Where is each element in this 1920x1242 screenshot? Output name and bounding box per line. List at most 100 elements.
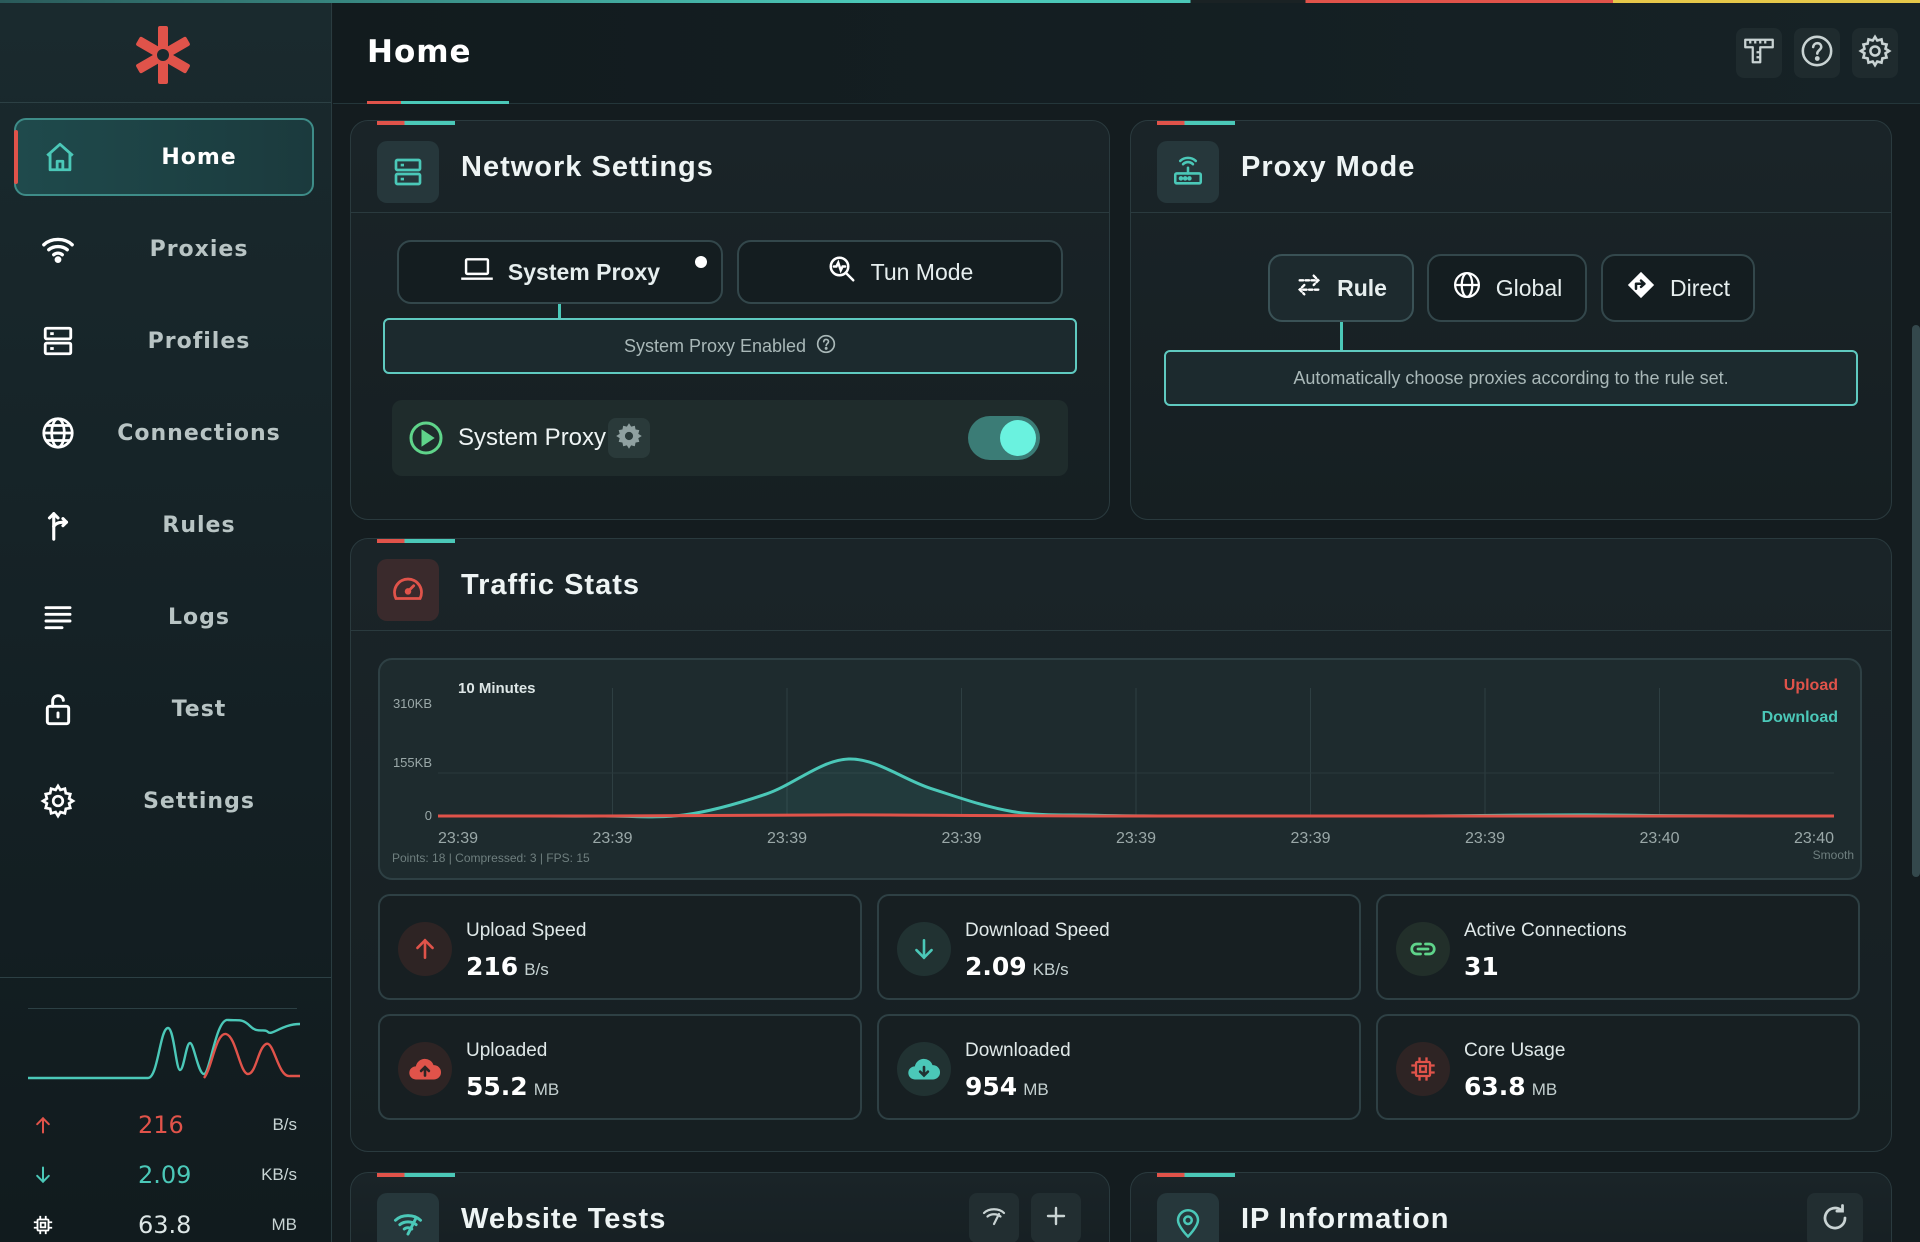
ruler-icon (1742, 36, 1776, 71)
header-actions (1736, 28, 1898, 78)
range-label: 10 Minutes (458, 680, 536, 697)
system-proxy-switch[interactable] (968, 416, 1040, 460)
metric-value-wrap: 63.8 MB (1464, 1072, 1557, 1101)
metric-unit: MB (1023, 1080, 1049, 1099)
sidebar-item-label: Connections (117, 420, 281, 446)
card-header: Proxy Mode (1131, 121, 1891, 213)
top-progress-line (0, 0, 1920, 3)
location-pin-icon (1157, 1193, 1219, 1242)
logo-divider (0, 102, 331, 103)
settings-button[interactable] (1852, 28, 1898, 78)
cloud-upload-icon (398, 1042, 452, 1096)
home-icon (42, 139, 78, 175)
sidebar-item-proxies[interactable]: Proxies (14, 210, 314, 288)
metric-value-wrap: 216 B/s (466, 952, 549, 981)
wifi-icon (40, 231, 76, 267)
x-tick-label: 23:39 (1465, 830, 1505, 847)
link-icon (1396, 922, 1450, 976)
page-title: Home (367, 34, 472, 70)
sidebar-traffic-summary: 216 B/s 2.09 KB/s 63.8 MB (0, 977, 331, 1242)
proxy-settings-button[interactable] (608, 418, 650, 458)
chart-footer-info: Points: 18 | Compressed: 3 | FPS: 15 (392, 851, 590, 865)
add-test-button[interactable] (1031, 1193, 1081, 1242)
metric-unit: B/s (524, 960, 549, 979)
switch-arrows-icon (1295, 271, 1323, 305)
server-icon (377, 141, 439, 203)
metric-value: 55.2 (466, 1072, 528, 1101)
traffic-chart-svg: 310KB 155KB 0 10 Minutes Upload Download 23:39… (392, 677, 1854, 865)
sidebar-item-label: Test (171, 696, 227, 722)
globe-icon (1452, 270, 1482, 306)
sidebar-item-settings[interactable]: Settings (14, 762, 314, 840)
card-accent (1157, 1173, 1235, 1177)
tab-label: System Proxy (507, 258, 661, 285)
sidebar-nav: Home Proxies Profiles Connections Rules (14, 118, 314, 854)
arrow-up-icon (30, 1112, 56, 1138)
sidebar-item-test[interactable]: Test (14, 670, 314, 748)
metric-value-wrap: 954 MB (965, 1072, 1049, 1101)
metric-label: Download Speed (965, 920, 1110, 941)
metric-unit: MB (533, 1080, 560, 1099)
y-tick-label: 155KB (393, 755, 432, 770)
card-header: Network Settings (351, 121, 1109, 213)
page-scrollbar[interactable] (1912, 325, 1920, 877)
metric-value: 216 (466, 952, 519, 981)
upload-line (437, 813, 1834, 818)
mode-direct-button[interactable]: Direct (1601, 254, 1755, 322)
tab-tun-mode[interactable]: Tun Mode (737, 240, 1063, 304)
card-accent (377, 1173, 455, 1177)
wifi-speed-icon (377, 1193, 439, 1242)
metric-active-connections: Active Connections 31 (1376, 894, 1860, 1000)
test-all-button[interactable] (969, 1193, 1019, 1242)
cpu-icon (1396, 1042, 1450, 1096)
help-icon[interactable] (816, 334, 836, 359)
sidebar: Home Proxies Profiles Connections Rules (0, 0, 332, 1242)
x-tick-label: 23:39 (592, 830, 632, 847)
sidebar-item-label: Rules (162, 512, 236, 538)
mode-global-button[interactable]: Global (1427, 254, 1587, 322)
sidebar-item-profiles[interactable]: Profiles (14, 302, 314, 380)
sidebar-download-value: 2.09 (138, 1161, 192, 1189)
sidebar-item-label: Home (161, 144, 237, 170)
play-icon (408, 420, 444, 461)
refresh-ip-button[interactable] (1807, 1193, 1863, 1242)
sidebar-item-logs[interactable]: Logs (14, 578, 314, 656)
arrow-up-icon (398, 922, 452, 976)
card-title: Website Tests (461, 1203, 667, 1235)
legend-download: Download (1762, 709, 1838, 726)
mode-description: Automatically choose proxies according t… (1164, 350, 1858, 406)
app-logo (130, 22, 196, 88)
server-icon (40, 323, 76, 359)
toggle-label: System Proxy (458, 424, 607, 451)
card-title: Traffic Stats (461, 569, 640, 601)
metric-label: Downloaded (965, 1040, 1071, 1061)
gear-icon (615, 422, 643, 455)
switch-knob (1000, 420, 1036, 456)
metric-upload-speed: Upload Speed 216 B/s (378, 894, 862, 1000)
traffic-chart: 310KB 155KB 0 10 Minutes Upload Download 23:39… (378, 658, 1862, 880)
metric-label: Active Connections (1464, 920, 1627, 941)
mode-rule-button[interactable]: Rule (1268, 254, 1414, 322)
sidebar-memory-row: 63.8 MB (30, 1210, 297, 1240)
list-icon (40, 599, 76, 635)
metric-value: 2.09 (965, 952, 1027, 981)
y-tick-label: 310KB (393, 696, 432, 711)
system-proxy-status: System Proxy Enabled (383, 318, 1077, 374)
sidebar-upload-row: 216 B/s (30, 1110, 297, 1140)
x-tick-label: 23:39 (941, 830, 981, 847)
ruler-button[interactable] (1736, 28, 1782, 78)
metric-uploaded: Uploaded 55.2 MB (378, 1014, 862, 1120)
sidebar-item-connections[interactable]: Connections (14, 394, 314, 472)
website-tests-card: Website Tests (350, 1172, 1110, 1242)
sidebar-upload-value: 216 (138, 1111, 184, 1139)
metric-download-speed: Download Speed 2.09 KB/s (877, 894, 1361, 1000)
sidebar-item-label: Logs (168, 604, 230, 630)
sidebar-item-rules[interactable]: Rules (14, 486, 314, 564)
direction-icon (1626, 270, 1656, 306)
help-button[interactable] (1794, 28, 1840, 78)
metric-value: 31 (1464, 952, 1499, 981)
sidebar-item-home[interactable]: Home (14, 118, 314, 196)
tab-system-proxy[interactable]: System Proxy (397, 240, 723, 304)
wifi-speed-icon (980, 1204, 1008, 1233)
tab-connector (558, 304, 561, 318)
